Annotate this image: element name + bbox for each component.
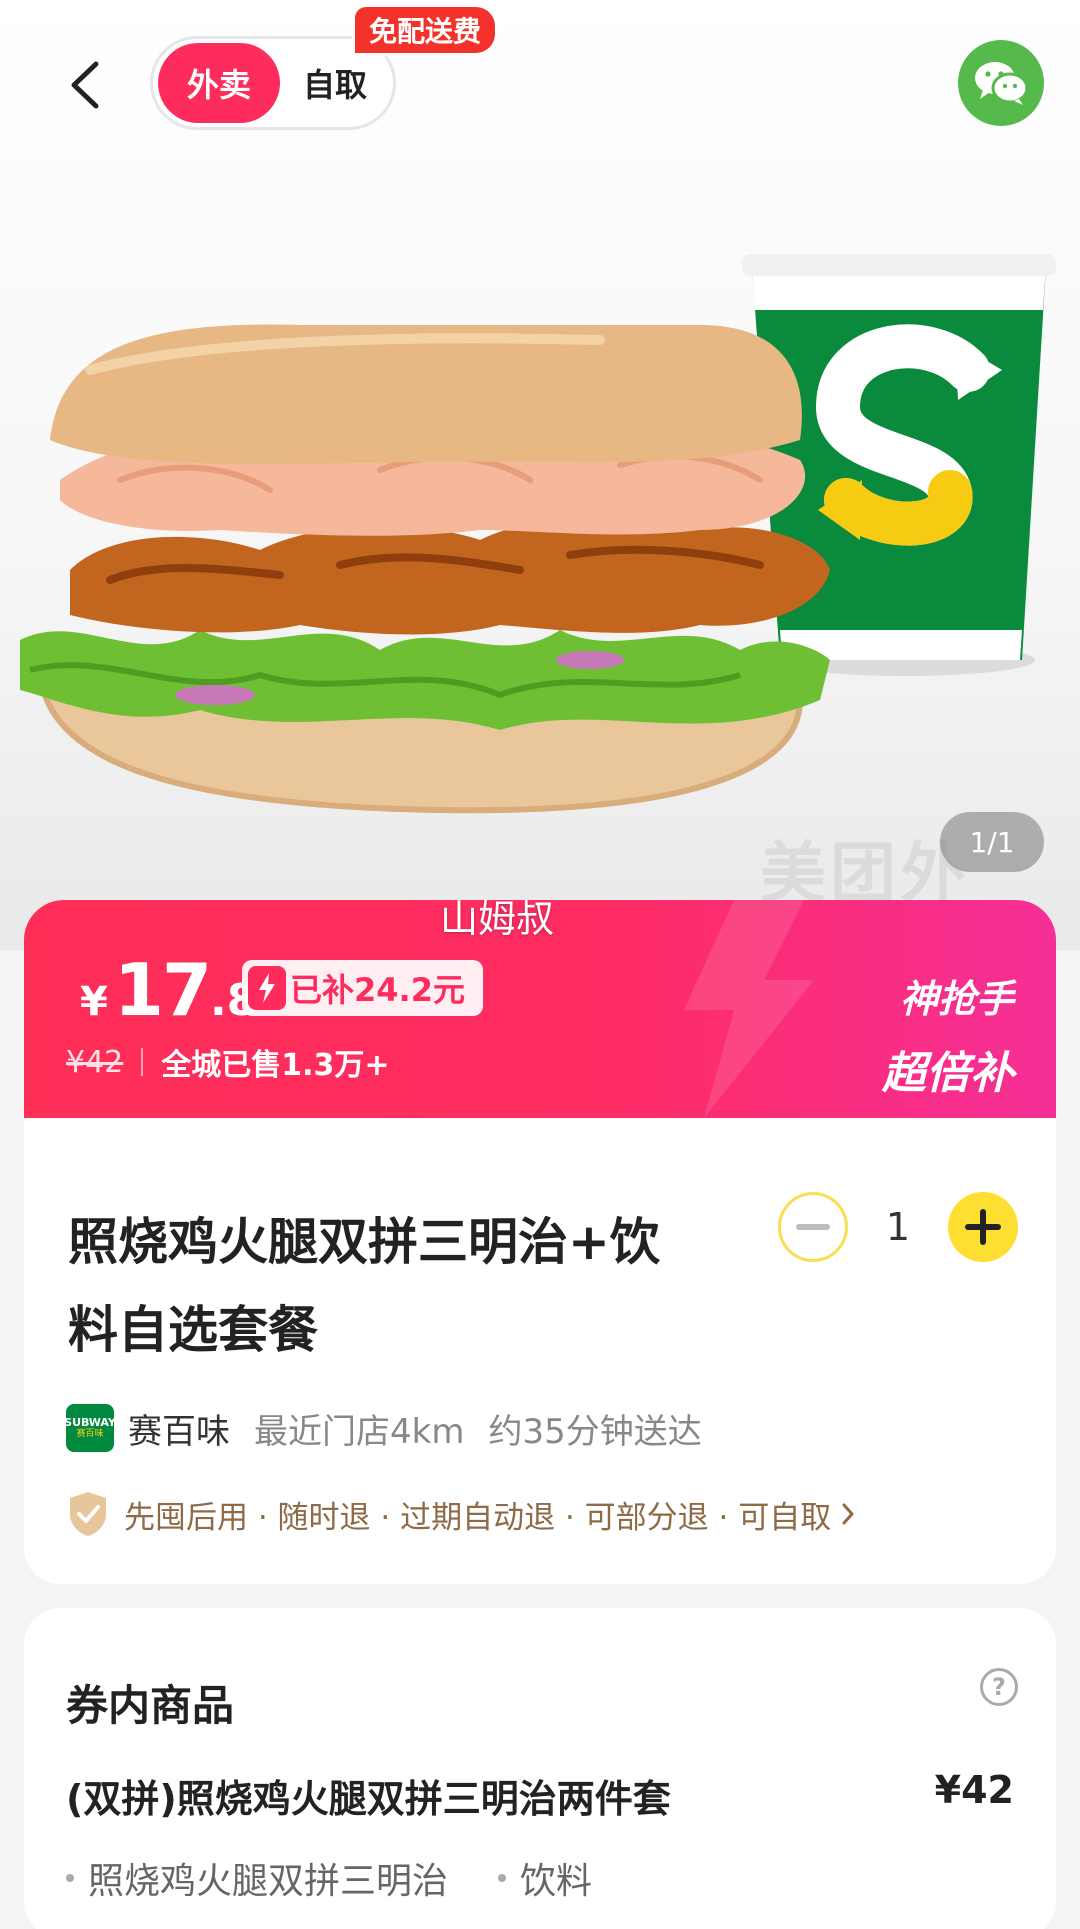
bullet-dot (66, 1874, 74, 1882)
list-item: 照烧鸡火腿双拼三明治 (66, 1852, 448, 1904)
promo-campaign-badge: 神抢手 超倍补 (882, 968, 1014, 1101)
coupon-contents-card: 券内商品 ? (双拼)照烧鸡火腿双拼三明治两件套 ¥42 照烧鸡火腿双拼三明治 … (24, 1608, 1056, 1929)
subsidy-badge: 已补24.2元 (242, 960, 483, 1016)
guarantee-text: 先囤后用 · 随时退 · 过期自动退 · 可部分退 · 可自取 (124, 1499, 832, 1536)
delivery-eta: 约35分钟送达 (488, 1411, 702, 1452)
shop-info-row[interactable]: SUBWAY 赛百味 赛百味 最近门店4km 约35分钟送达 (24, 1388, 1056, 1468)
price-integer: 17 (113, 948, 212, 1032)
decrease-quantity-button[interactable] (778, 1192, 848, 1262)
original-price: ¥42 (66, 1044, 124, 1080)
shield-check-icon (70, 1492, 106, 1536)
lightning-decoration (684, 900, 814, 1118)
shop-logo: SUBWAY 赛百味 (66, 1404, 114, 1452)
campaign-line-1: 神抢手 (899, 977, 1014, 1021)
quantity-value: 1 (885, 1205, 911, 1249)
chevron-left-icon (71, 61, 99, 109)
chevron-right-icon (842, 1503, 854, 1525)
service-guarantee-row[interactable]: 先囤后用 · 随时退 · 过期自动退 · 可部分退 · 可自取 (66, 1490, 855, 1538)
price-meta-row: ¥42 全城已售1.3万+ (66, 1040, 390, 1084)
quantity-stepper: 1 (778, 1192, 1018, 1262)
currency-symbol: ¥ (80, 979, 108, 1025)
divider (141, 1048, 144, 1076)
shop-distance: 最近门店4km (254, 1411, 465, 1452)
shop-overlay-text: 山姆叔 (440, 897, 555, 941)
wechat-share-button[interactable] (958, 40, 1044, 126)
increase-quantity-button[interactable] (948, 1192, 1018, 1262)
current-price: ¥ 17 .8 (80, 948, 257, 1032)
coupon-item-name: (双拼)照烧鸡火腿双拼三明治两件套 (66, 1777, 671, 1821)
lightning-icon (248, 966, 286, 1010)
product-info-card: 照烧鸡火腿双拼三明治+饮料自选套餐 1 SUBWAY 赛百味 赛百味 最近门店4… (24, 1118, 1056, 1584)
product-image (20, 254, 1056, 814)
campaign-line-2: 超倍补 (882, 1048, 1014, 1099)
product-title: 照烧鸡火腿双拼三明治+饮料自选套餐 (68, 1213, 660, 1359)
minus-icon (796, 1224, 830, 1230)
subsidy-text: 已补24.2元 (290, 971, 465, 1009)
sub-item-label: 饮料 (520, 1861, 593, 1902)
list-item: 饮料 (498, 1852, 592, 1904)
product-hero-image[interactable]: 美团外 1/1 (0, 0, 1080, 950)
shop-name: 赛百味 (128, 1411, 230, 1452)
bullet-dot (498, 1874, 507, 1882)
image-page-indicator: 1/1 (940, 812, 1044, 872)
free-delivery-badge: 免配送费 (352, 4, 499, 56)
coupon-section-title: 券内商品 (66, 1681, 235, 1730)
coupon-sub-items: 照烧鸡火腿双拼三明治 饮料 (66, 1852, 642, 1904)
back-button[interactable] (50, 50, 120, 120)
plus-icon (965, 1209, 1001, 1245)
coupon-item-price: ¥42 (934, 1768, 1014, 1812)
shop-logo-subtext: 赛百味 (76, 1429, 104, 1439)
sold-count: 全城已售1.3万+ (161, 1048, 390, 1083)
shop-logo-text: SUBWAY (66, 1416, 114, 1429)
help-icon[interactable]: ? (980, 1668, 1018, 1706)
wechat-icon (975, 62, 1029, 105)
tab-delivery[interactable]: 外卖 (158, 43, 280, 123)
sub-item-label: 照烧鸡火腿双拼三明治 (88, 1861, 449, 1902)
